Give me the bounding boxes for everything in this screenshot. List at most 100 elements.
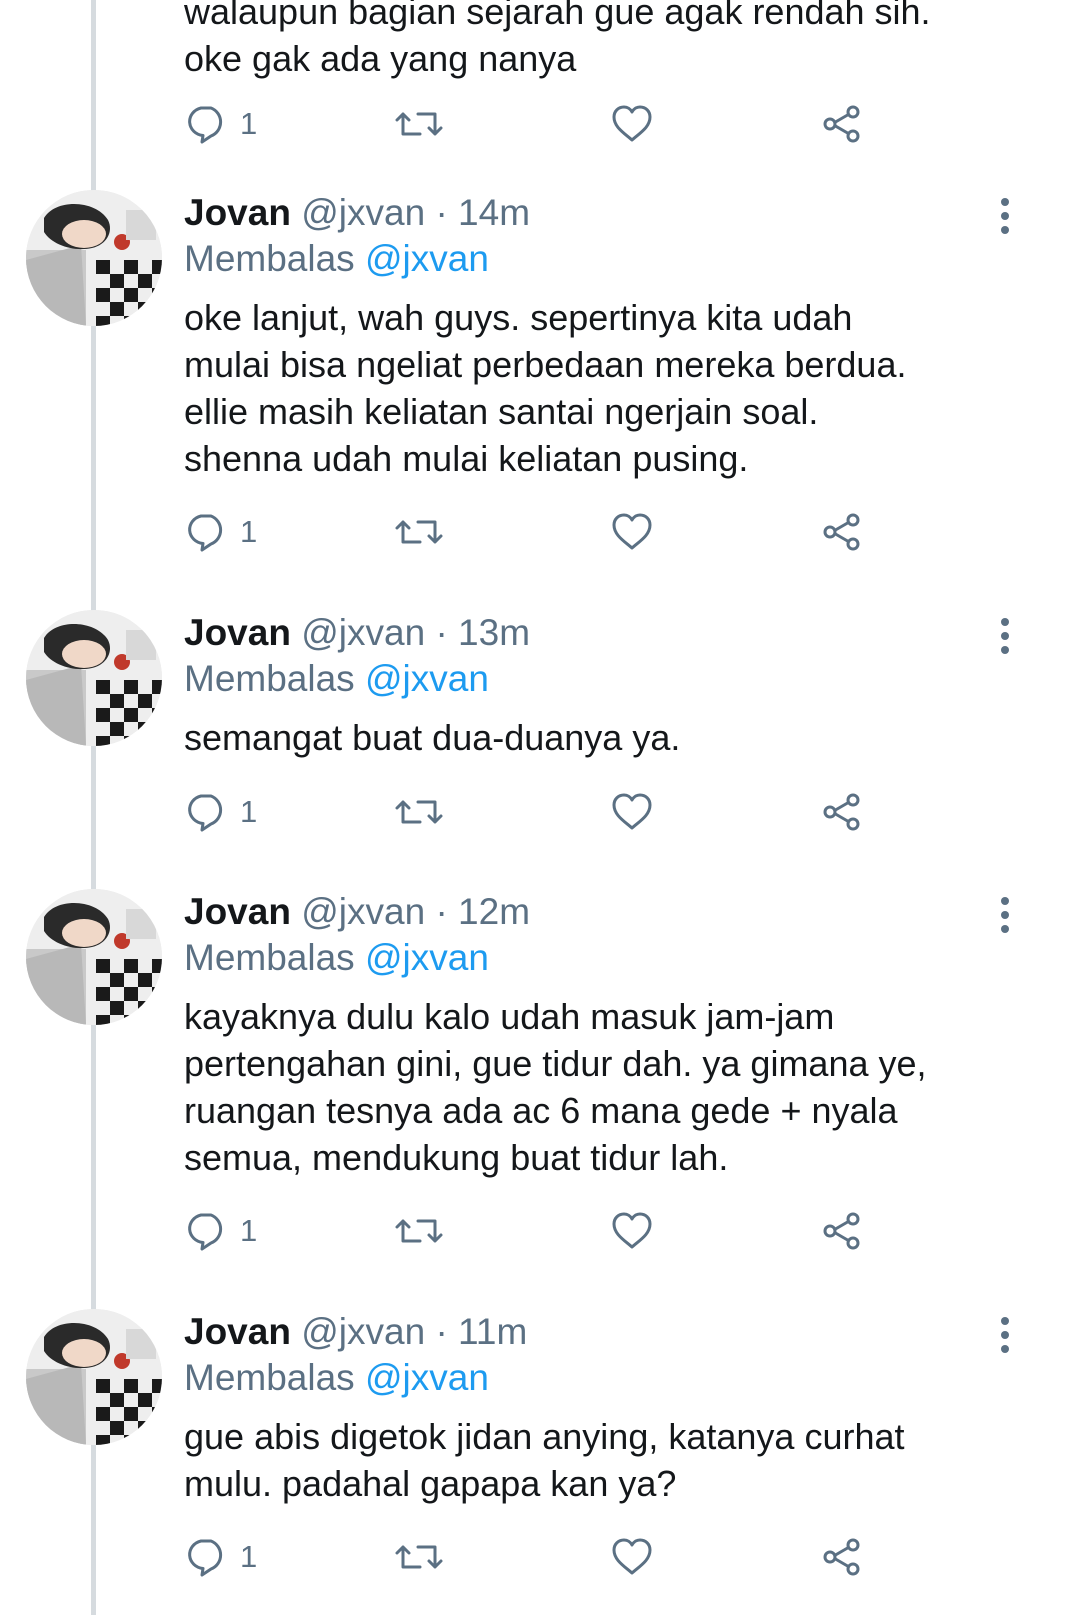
tweet-text-line: mulu. padahal gapapa kan ya? xyxy=(184,1463,677,1504)
display-name[interactable]: Jovan xyxy=(184,612,291,653)
like-button[interactable] xyxy=(610,1535,654,1579)
tweet-text-line: gue abis digetok jidan anying, katanya c… xyxy=(184,1416,905,1457)
reply-button[interactable]: 1 xyxy=(184,1209,257,1253)
reply-button[interactable]: 1 xyxy=(184,510,257,554)
timestamp[interactable]: 14m xyxy=(458,192,530,233)
display-name[interactable]: Jovan xyxy=(184,1311,291,1352)
share-icon xyxy=(820,1209,864,1253)
reply-count: 1 xyxy=(240,794,258,829)
display-name[interactable]: Jovan xyxy=(184,192,291,233)
user-handle[interactable]: @jxvan xyxy=(301,612,425,653)
retweet-button[interactable] xyxy=(394,510,444,554)
more-vertical-icon xyxy=(990,897,1020,939)
more-options-button[interactable] xyxy=(990,616,1020,656)
reply-button[interactable]: 1 xyxy=(184,1535,257,1579)
display-name[interactable]: Jovan xyxy=(184,891,291,932)
tweet-text-line: ellie masih keliatan santai ngerjain soa… xyxy=(184,391,819,432)
tweet-header: Jovan @jxvan · 11m xyxy=(184,1309,527,1355)
replying-to-mention[interactable]: @jxvan xyxy=(365,658,489,699)
retweet-icon xyxy=(394,102,444,146)
avatar[interactable] xyxy=(26,1309,162,1445)
heart-icon xyxy=(610,102,654,146)
share-icon xyxy=(820,510,864,554)
replying-to-mention[interactable]: @jxvan xyxy=(365,1357,489,1398)
separator-dot: · xyxy=(435,891,448,932)
timestamp[interactable]: 11m xyxy=(458,1311,527,1352)
tweet-body: gue abis digetok jidan anying, katanya c… xyxy=(184,1413,1044,1507)
user-handle[interactable]: @jxvan xyxy=(301,192,425,233)
tweet-body: semangat buat dua-duanya ya. xyxy=(184,714,1044,761)
share-button[interactable] xyxy=(820,102,864,146)
reply-button[interactable]: 1 xyxy=(184,102,257,146)
share-button[interactable] xyxy=(820,1535,864,1579)
tweet-text-line: semangat buat dua-duanya ya. xyxy=(184,717,681,758)
share-icon xyxy=(820,102,864,146)
tweet-actions: 1 xyxy=(184,1209,884,1253)
retweet-icon xyxy=(394,1535,444,1579)
heart-icon xyxy=(610,510,654,554)
reply-button[interactable]: 1 xyxy=(184,790,257,834)
reply-count: 1 xyxy=(240,106,258,141)
replying-to-label: Membalas xyxy=(184,238,355,279)
share-icon xyxy=(820,1535,864,1579)
more-options-button[interactable] xyxy=(990,895,1020,935)
user-handle[interactable]: @jxvan xyxy=(301,891,425,932)
timestamp[interactable]: 12m xyxy=(458,891,530,932)
replying-to-mention[interactable]: @jxvan xyxy=(365,937,489,978)
retweet-icon xyxy=(394,790,444,834)
like-button[interactable] xyxy=(610,790,654,834)
share-button[interactable] xyxy=(820,510,864,554)
retweet-button[interactable] xyxy=(394,1209,444,1253)
tweet-text-line: oke lanjut, wah guys. sepertinya kita ud… xyxy=(184,297,853,338)
tweet-body: walaupun bagian sejarah gue agak rendah … xyxy=(184,0,1044,82)
retweet-icon xyxy=(394,1209,444,1253)
user-handle[interactable]: @jxvan xyxy=(301,1311,425,1352)
share-button[interactable] xyxy=(820,790,864,834)
timestamp[interactable]: 13m xyxy=(458,612,530,653)
tweet-text-line: oke gak ada yang nanya xyxy=(184,38,577,79)
retweet-button[interactable] xyxy=(394,1535,444,1579)
tweet-text-line: shenna udah mulai keliatan pusing. xyxy=(184,438,749,479)
replying-to: Membalas @jxvan xyxy=(184,656,489,702)
retweet-button[interactable] xyxy=(394,790,444,834)
separator-dot: · xyxy=(435,612,448,653)
share-icon xyxy=(820,790,864,834)
reply-count: 1 xyxy=(240,1539,258,1574)
avatar[interactable] xyxy=(26,190,162,326)
tweet-text-line: kayaknya dulu kalo udah masuk jam-jam xyxy=(184,996,835,1037)
avatar[interactable] xyxy=(26,610,162,746)
share-button[interactable] xyxy=(820,1209,864,1253)
tweet-header: Jovan @jxvan · 14m xyxy=(184,190,530,236)
reply-bubble-icon xyxy=(184,1535,228,1579)
tweet-header: Jovan @jxvan · 13m xyxy=(184,610,530,656)
tweet-body: kayaknya dulu kalo udah masuk jam-jam pe… xyxy=(184,993,1044,1181)
replying-to: Membalas @jxvan xyxy=(184,1355,489,1401)
tweet-actions: 1 xyxy=(184,1535,884,1579)
tweet-actions: 1 xyxy=(184,510,884,554)
separator-dot: · xyxy=(435,1311,448,1352)
reply-count: 1 xyxy=(240,1213,258,1248)
tweet-actions: 1 xyxy=(184,102,884,146)
reply-count: 1 xyxy=(240,514,258,549)
replying-to-label: Membalas xyxy=(184,1357,355,1398)
tweet-text-line: walaupun bagian sejarah gue agak rendah … xyxy=(184,0,931,32)
more-options-button[interactable] xyxy=(990,196,1020,236)
heart-icon xyxy=(610,1209,654,1253)
tweet-actions: 1 xyxy=(184,790,884,834)
more-options-button[interactable] xyxy=(990,1315,1020,1355)
more-vertical-icon xyxy=(990,1317,1020,1359)
more-vertical-icon xyxy=(990,618,1020,660)
like-button[interactable] xyxy=(610,102,654,146)
like-button[interactable] xyxy=(610,510,654,554)
tweet-text-line: semua, mendukung buat tidur lah. xyxy=(184,1137,729,1178)
reply-bubble-icon xyxy=(184,510,228,554)
tweet-text-line: ruangan tesnya ada ac 6 mana gede + nyal… xyxy=(184,1090,898,1131)
retweet-icon xyxy=(394,510,444,554)
avatar[interactable] xyxy=(26,889,162,1025)
more-vertical-icon xyxy=(990,198,1020,240)
replying-to-label: Membalas xyxy=(184,937,355,978)
tweet-body: oke lanjut, wah guys. sepertinya kita ud… xyxy=(184,294,1044,482)
like-button[interactable] xyxy=(610,1209,654,1253)
replying-to-mention[interactable]: @jxvan xyxy=(365,238,489,279)
retweet-button[interactable] xyxy=(394,102,444,146)
